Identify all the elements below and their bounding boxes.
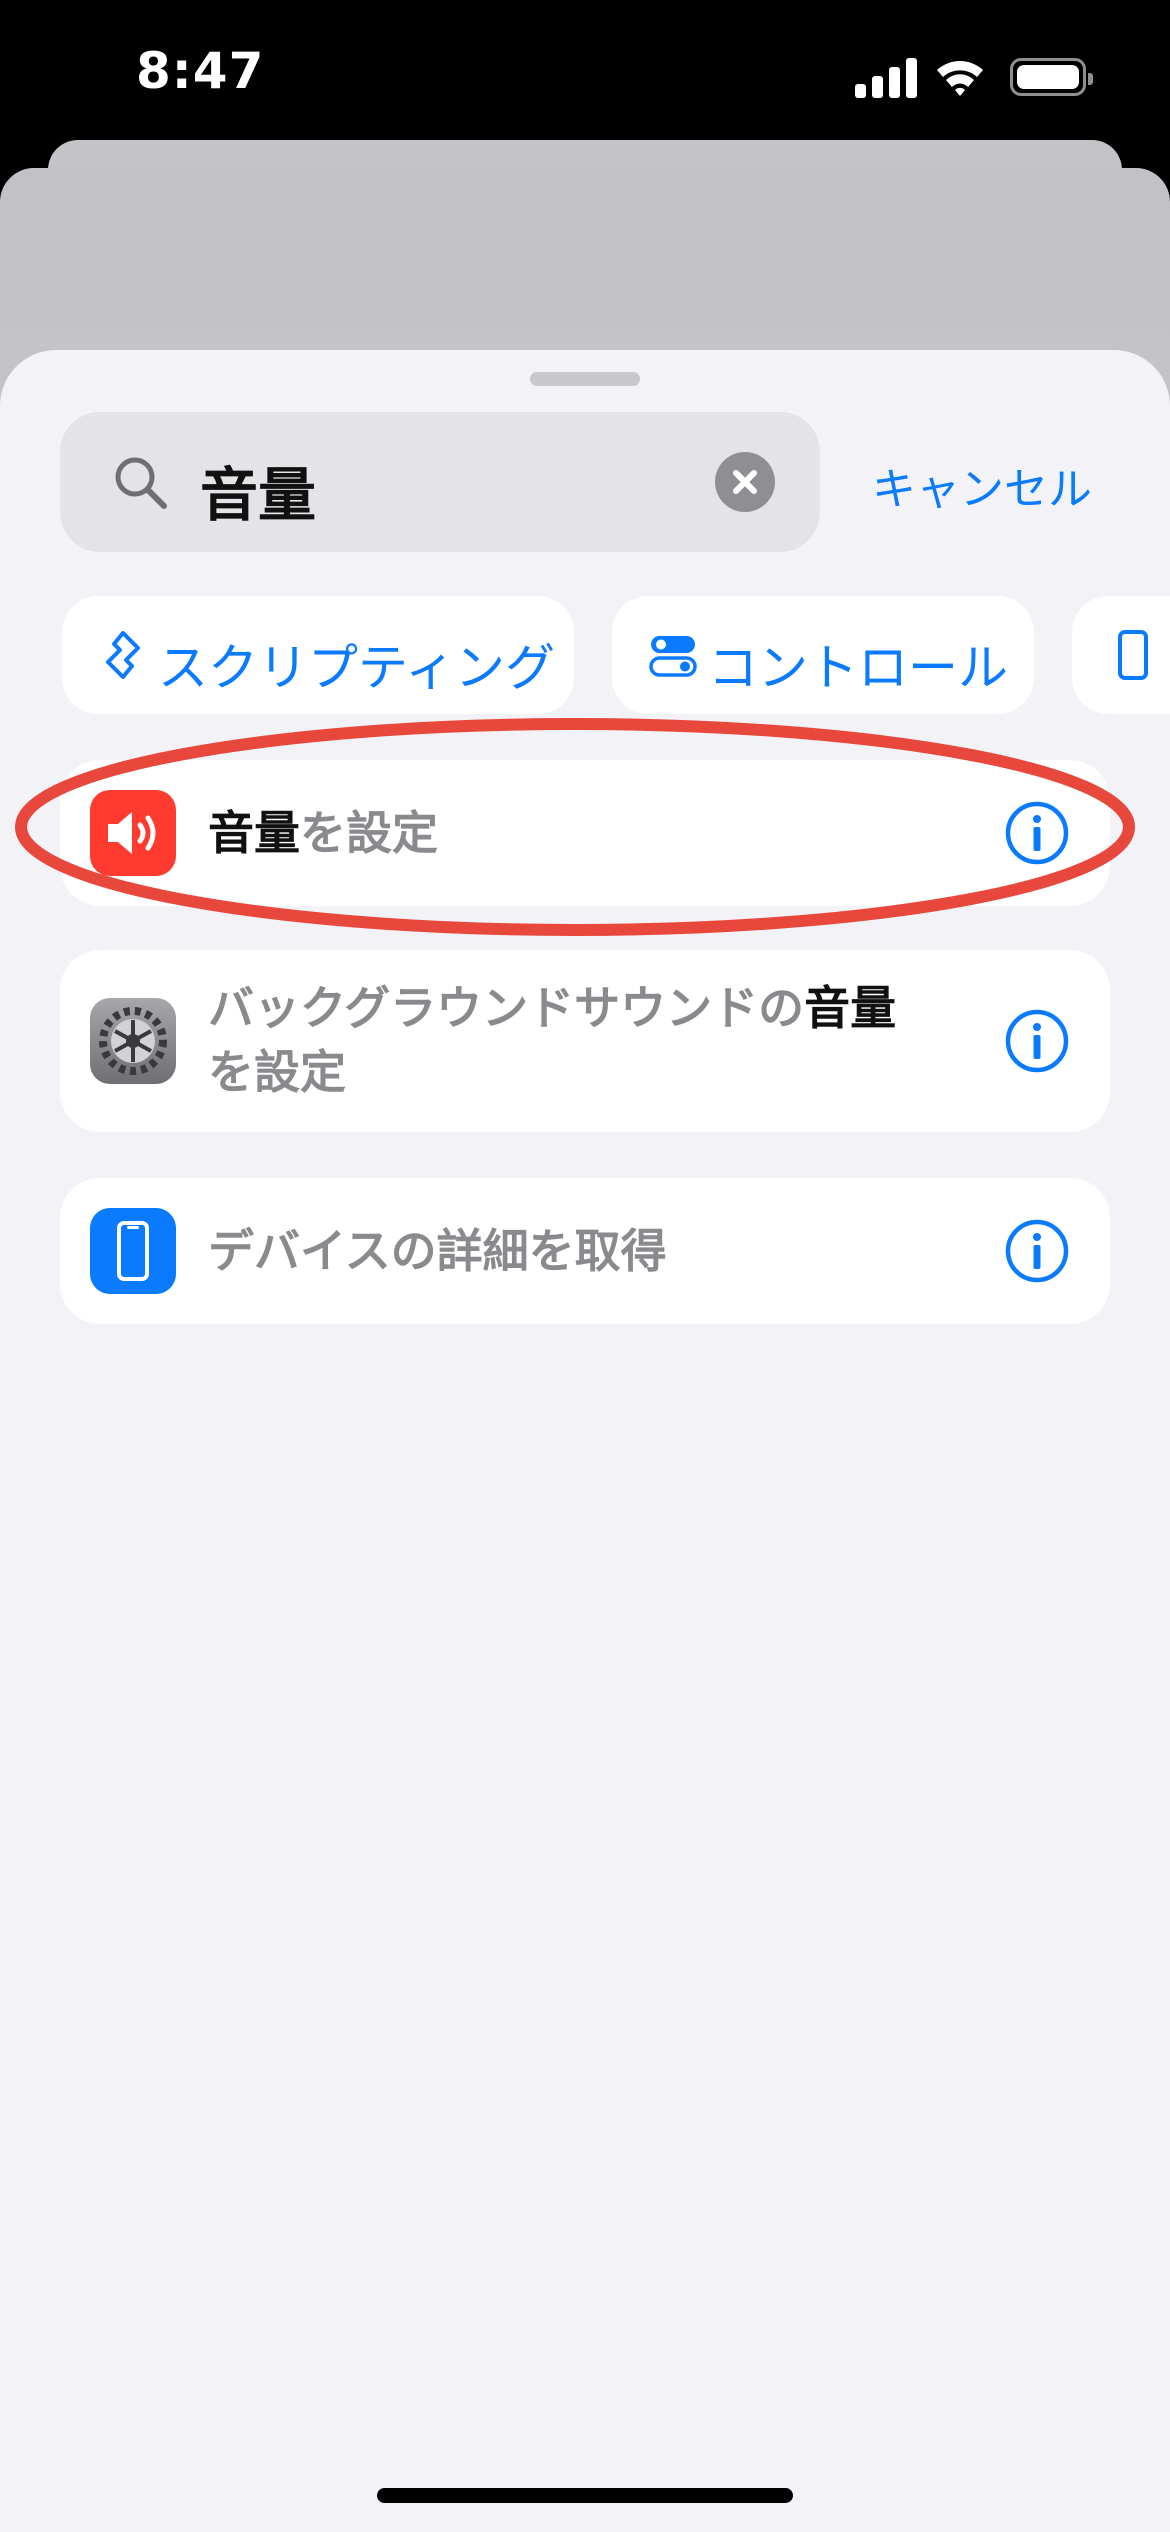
category-chip-device[interactable] — [1072, 596, 1170, 714]
toggle-icon — [649, 636, 697, 677]
result-label: バックグラウンドサウンドの音量 を設定 — [208, 981, 897, 1099]
result-row-background-sound-volume[interactable]: バックグラウンドサウンドの音量 を設定 — [60, 950, 1110, 1132]
status-bar: 8:47 — [0, 0, 1170, 150]
info-icon[interactable] — [1004, 1218, 1070, 1284]
result-row-get-device-details[interactable]: デバイスの詳細を取得 — [60, 1178, 1110, 1324]
cancel-button[interactable]: キャンセル — [872, 453, 1092, 517]
category-chip-scripting[interactable]: スクリプティング — [62, 596, 574, 714]
sheet-grabber[interactable] — [530, 372, 640, 386]
home-indicator[interactable] — [377, 2488, 793, 2503]
clear-search-button[interactable] — [715, 452, 775, 512]
battery-icon — [1010, 58, 1093, 96]
status-time: 8:47 — [136, 42, 265, 100]
action-search-sheet: 音量 キャンセル スクリプティング コントロール 音量を設定 バックグラウンドサ… — [0, 350, 1170, 2532]
annotation-ellipse — [15, 718, 1135, 936]
info-icon[interactable] — [1004, 1008, 1070, 1074]
wifi-icon — [937, 61, 983, 96]
search-input[interactable]: 音量 — [200, 448, 316, 532]
device-icon — [90, 1208, 176, 1294]
scripting-icon — [106, 631, 140, 679]
settings-gear-icon — [90, 998, 176, 1084]
category-chip-control[interactable]: コントロール — [612, 596, 1034, 714]
search-icon — [115, 457, 167, 509]
category-chip-label: スクリプティング — [158, 639, 555, 697]
close-icon — [733, 470, 757, 494]
device-icon — [1118, 630, 1148, 680]
search-field[interactable]: 音量 — [60, 412, 820, 552]
category-chip-label: コントロール — [708, 639, 1008, 697]
cellular-signal-icon — [855, 58, 917, 98]
result-label: デバイスの詳細を取得 — [208, 1224, 667, 1278]
